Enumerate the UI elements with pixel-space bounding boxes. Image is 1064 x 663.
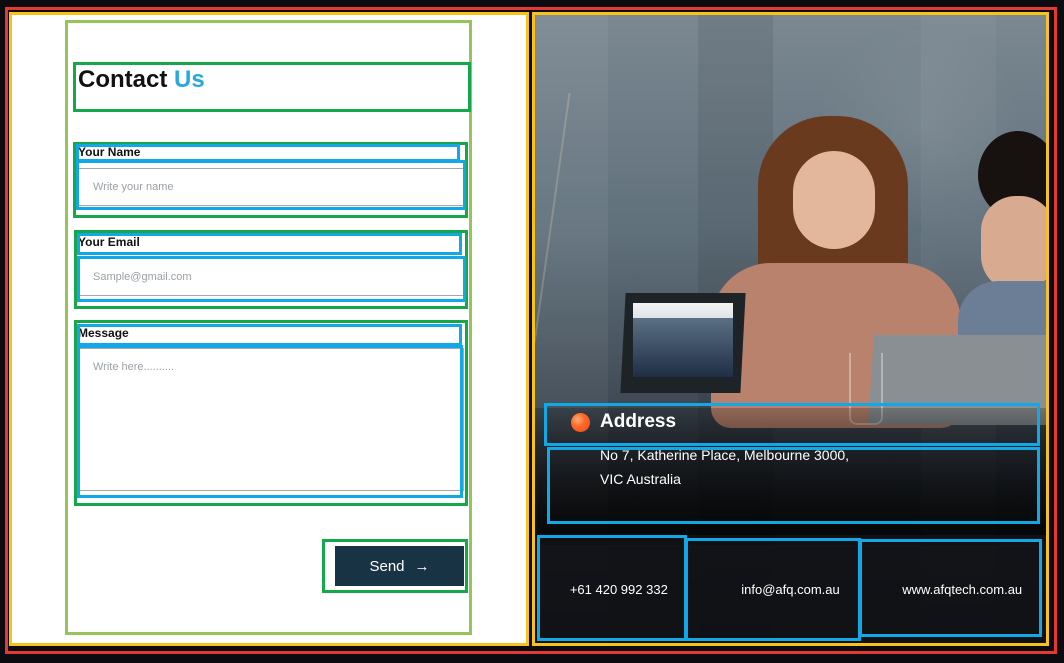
info-panel: Address No 7, Katherine Place, Melbourne…: [533, 13, 1048, 645]
contact-bar: +61 420 992 332 info@afq.com.au www.afqt…: [533, 535, 1048, 643]
email-label: Your Email: [78, 235, 140, 249]
address-text: No 7, Katherine Place, Melbourne 3000, V…: [600, 447, 850, 487]
send-button[interactable]: Send →: [335, 546, 464, 586]
email-input[interactable]: Sample@gmail.com: [78, 258, 464, 296]
phone-link[interactable]: +61 420 992 332: [533, 535, 705, 643]
website-link[interactable]: www.afqtech.com.au: [876, 535, 1048, 643]
laptop-screen: [633, 303, 733, 377]
message-textarea[interactable]: Write here..........: [78, 348, 464, 491]
arrow-right-icon: →: [414, 557, 430, 575]
name-input[interactable]: Write your name: [78, 168, 464, 206]
location-icon: [571, 413, 590, 432]
woman-face: [793, 151, 875, 249]
address-title: Address: [600, 411, 677, 432]
man-face: [981, 196, 1048, 291]
email-link[interactable]: info@afq.com.au: [705, 535, 877, 643]
message-label: Message: [78, 326, 129, 340]
page-title: Contact Us: [78, 66, 205, 93]
name-label: Your Name: [78, 145, 141, 159]
